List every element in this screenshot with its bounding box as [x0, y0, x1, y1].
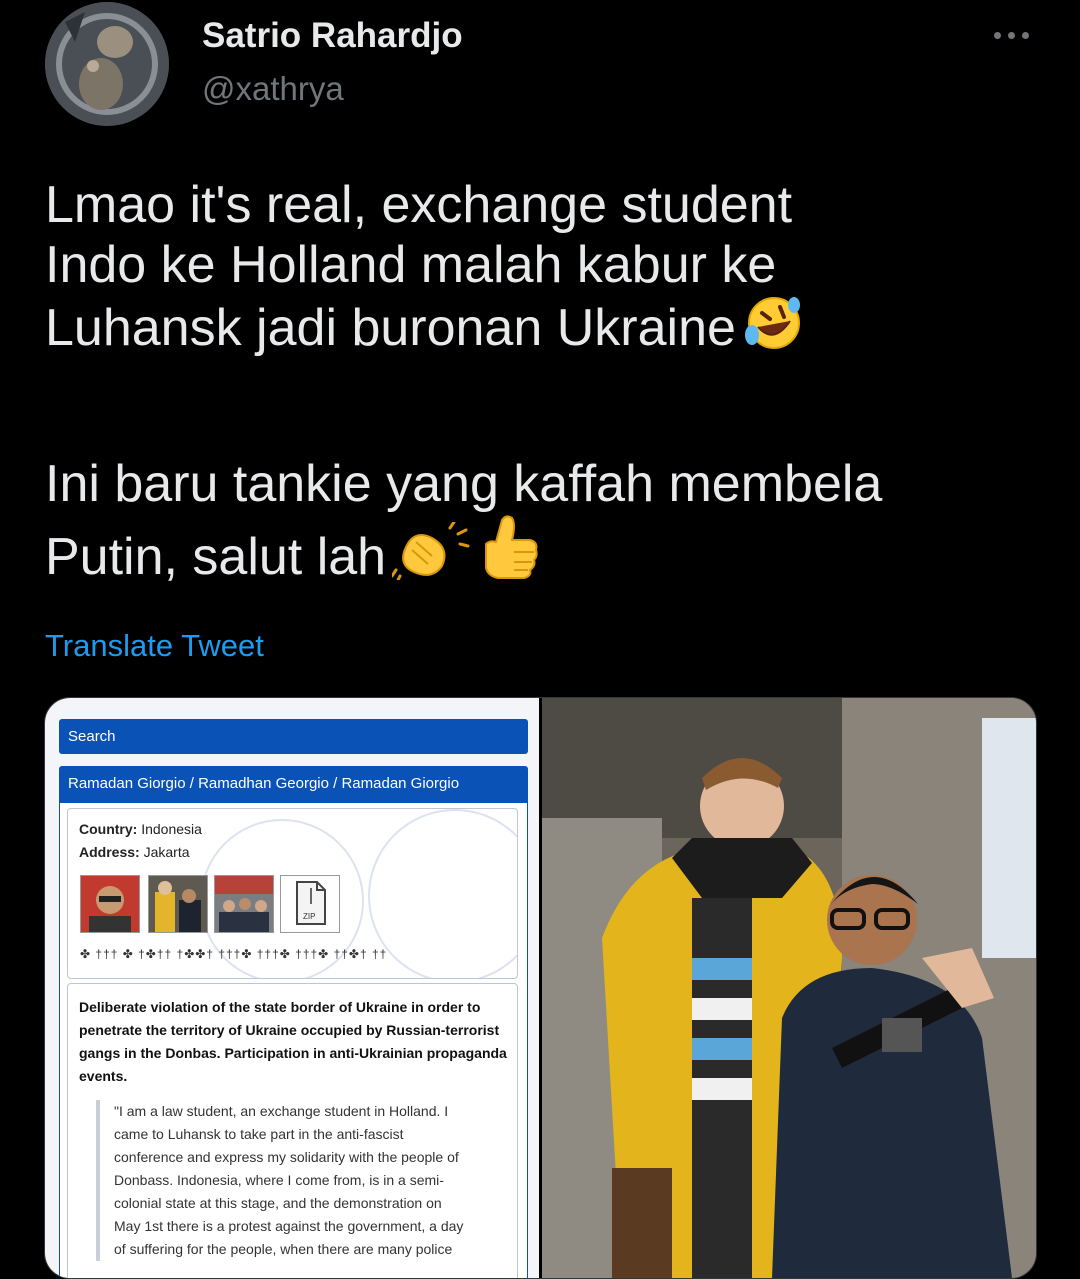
address-value: Jakarta — [143, 844, 190, 860]
avatar-photo — [45, 2, 169, 126]
tweet-text: Lmao it's real, exchange student Indo ke… — [45, 175, 1055, 593]
tweet-line: Ini baru tankie yang kaffah membela — [45, 455, 883, 513]
tweet-line: Luhansk jadi buronan Ukraine — [45, 295, 1055, 364]
watermark-seal — [368, 809, 517, 978]
quote-line: "I am a law student, an exchange student… — [114, 1103, 449, 1119]
tweet-line-text: Luhansk jadi buronan Ukraine — [45, 299, 736, 357]
address-label: Address: — [79, 844, 140, 860]
author-name[interactable]: Satrio Rahardjo — [202, 16, 463, 56]
zip-label: ZIP — [303, 912, 316, 921]
tweet-line-text: Putin, salut lah — [45, 528, 387, 586]
quote-block: "I am a law student, an exchange student… — [96, 1100, 514, 1261]
photo-thumbnail — [80, 875, 140, 933]
photo-thumbnail — [214, 875, 274, 933]
quote-line: came to Luhansk to take part in the anti… — [114, 1126, 404, 1142]
translate-tweet-link[interactable]: Translate Tweet — [45, 628, 264, 664]
country-value: Indonesia — [141, 821, 202, 837]
quote-line: of suffering for the people, when there … — [114, 1241, 453, 1257]
tweet-line: Indo ke Holland malah kabur ke — [45, 236, 777, 294]
rune-symbols: ✤ ††† ✤ †✤†† †✤✤† †††✤ †††✤ †††✤ ††✤† †† — [80, 947, 388, 961]
quote-line: May 1st there is a protest against the g… — [114, 1218, 464, 1234]
quote-line: conference and express my solidarity wit… — [114, 1149, 459, 1165]
zip-file-icon: ZIP — [280, 875, 340, 933]
tweet-line: Lmao it's real, exchange student — [45, 176, 793, 234]
quote-line: colonial state at this stage, and the de… — [114, 1195, 442, 1211]
offence-description: Deliberate violation of the state border… — [79, 999, 507, 1084]
country-label: Country: — [79, 821, 138, 837]
author-avatar[interactable] — [45, 2, 169, 126]
clapping-hands-icon — [390, 520, 470, 593]
database-screenshot[interactable]: Search Ramadan Giorgio / Ramadhan Georgi… — [45, 698, 539, 1278]
record-title: Ramadan Giorgio / Ramadhan Georgio / Ram… — [59, 766, 528, 802]
profile-info-box: Country: Indonesia Address: Jakarta ZIP … — [67, 808, 518, 979]
more-options-icon[interactable] — [992, 20, 1032, 50]
quote-line: Donbass. Indonesia, where I come from, i… — [114, 1172, 444, 1188]
photo-two-men[interactable] — [542, 698, 1036, 1278]
photo-illustration — [542, 698, 1036, 1278]
rolling-on-floor-laughing-icon — [742, 295, 802, 364]
thumbs-up-icon — [476, 514, 540, 593]
photo-thumbnail — [148, 875, 208, 933]
offence-box: Deliberate violation of the state border… — [67, 983, 518, 1278]
country-row: Country: Indonesia — [79, 821, 202, 837]
address-row: Address: Jakarta — [79, 844, 190, 860]
tweet-media[interactable]: Search Ramadan Giorgio / Ramadhan Georgi… — [44, 697, 1037, 1279]
tweet-line: Putin, salut lah — [45, 514, 1055, 593]
author-handle[interactable]: @xathrya — [202, 70, 344, 108]
search-bar: Search — [59, 719, 528, 754]
